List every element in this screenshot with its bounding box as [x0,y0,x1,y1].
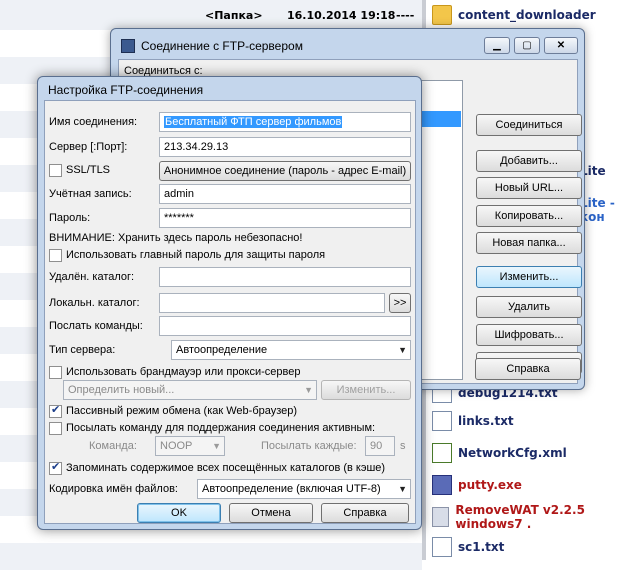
keepalive-checkbox[interactable]: Посылать команду для поддержания соедине… [49,421,375,435]
local-dir-input[interactable] [159,293,385,313]
list-item[interactable]: sc1.txt [432,534,504,560]
keepalive-checkbox-box[interactable] [49,421,62,435]
command-label: Команда: [89,440,137,452]
firewall-select[interactable]: Определить новый... ▼ [63,380,317,400]
encoding-select[interactable]: Автоопределение (включая UTF-8) ▼ [197,479,411,499]
remote-dir-input[interactable] [159,267,411,287]
interval-input[interactable]: 90 [365,436,395,456]
file-name: links.txt [458,414,514,428]
passive-mode-checkbox-box[interactable] [49,403,62,418]
file-name: putty.exe [458,478,522,492]
local-dir-label: Локальн. каталог: [49,297,140,309]
new-folder-button[interactable]: Новая папка... [476,232,582,254]
firewall-checkbox-box[interactable] [49,365,62,379]
dialog-title: Настройка FTP-соединения [48,83,204,97]
list-item[interactable]: content_downloader [432,2,596,28]
command-value: NOOP [160,440,193,452]
file-name-peek: Lite - кон [580,196,615,224]
interval-label: Посылать каждые: [261,440,357,452]
help-button[interactable]: Справка [321,503,409,523]
server-type-value: Автоопределение [176,344,268,356]
server-type-select[interactable]: Автоопределение ▼ [171,340,411,360]
chevron-down-icon: ▼ [212,441,221,451]
password-label: Пароль: [49,212,91,224]
remote-dir-label: Удалён. каталог: [49,271,135,283]
delete-button[interactable]: Удалить [476,296,582,318]
minimize-button[interactable]: ▁ [484,37,510,54]
account-label: Учётная запись: [49,188,132,200]
file-row-parent[interactable]: <Папка> 16.10.2014 19:18 ---- [0,0,422,30]
dialog-client: Имя соединения: Бесплатный ФТП сервер фи… [44,100,416,524]
text-file-icon [432,537,452,557]
ftp-settings-dialog: Настройка FTP-соединения Имя соединения:… [37,76,422,530]
edit-button[interactable]: Изменить... [476,266,582,288]
maximize-button[interactable]: ▢ [514,37,540,54]
putty-icon [432,475,452,495]
file-name: content_downloader [458,8,596,22]
passive-mode-label: Пассивный режим обмена (как Web-браузер) [66,405,298,417]
help-button[interactable]: Справка [475,358,581,380]
close-button[interactable]: ✕ [544,37,578,54]
interval-unit: s [400,440,406,452]
list-item[interactable]: NetworkCfg.xml [432,440,567,466]
copy-button[interactable]: Копировать... [476,205,582,227]
server-label: Сервер [:Порт]: [49,141,128,153]
server-input[interactable]: 213.34.29.13 [159,137,411,157]
ok-button[interactable]: OK [137,503,221,523]
cancel-button[interactable]: Отмена [229,503,313,523]
master-password-checkbox-box[interactable] [49,248,62,262]
command-select[interactable]: NOOP ▼ [155,436,225,456]
folder-size: ---- [396,9,415,22]
chevron-down-icon: ▼ [304,385,313,395]
server-type-label: Тип сервера: [49,344,116,356]
firewall-select-value: Определить новый... [68,384,175,396]
conn-name-input[interactable]: Бесплатный ФТП сервер фильмов [159,112,411,132]
chevron-down-icon: ▼ [398,345,407,355]
ssl-label: SSL/TLS [66,164,111,176]
chevron-down-icon: ▼ [398,484,407,494]
window-title: Соединение с FTP-сервером [141,39,303,53]
add-button[interactable]: Добавить... [476,150,582,172]
list-item[interactable]: RemoveWAT v2.2.5 windows7 . [432,503,635,531]
account-input[interactable]: admin [159,184,411,204]
file-name: NetworkCfg.xml [458,446,567,460]
file-row [0,543,422,570]
file-name: sc1.txt [458,540,505,554]
connect-button[interactable]: Соединиться [476,114,582,136]
browse-button[interactable]: >> [389,293,411,313]
folder-date: 16.10.2014 19:18 [287,9,396,22]
keepalive-label: Посылать команду для поддержания соедине… [66,422,376,434]
list-item[interactable]: putty.exe [432,472,522,498]
send-commands-label: Послать команды: [49,320,143,332]
file-name: RemoveWAT v2.2.5 windows7 . [455,503,585,531]
remember-dirs-label: Запоминать содержимое всех посещённых ка… [66,462,386,474]
text-file-icon [432,411,452,431]
folder-tag: <Папка> [205,9,263,22]
xml-file-icon [432,443,452,463]
ssl-checkbox[interactable]: SSL/TLS [49,163,110,177]
remember-dirs-checkbox-box[interactable] [49,460,62,475]
anonymous-login-button[interactable]: Анонимное соединение (пароль - адрес E-m… [159,161,411,181]
encoding-value: Автоопределение (включая UTF-8) [202,483,381,495]
password-warning: ВНИМАНИЕ: Хранить здесь пароль небезопас… [49,232,303,244]
password-input[interactable]: ******* [159,208,411,228]
new-url-button[interactable]: Новый URL... [476,177,582,199]
firewall-label: Использовать брандмауэр или прокси-серве… [66,366,301,378]
encrypt-button[interactable]: Шифровать... [476,324,582,346]
firewall-checkbox[interactable]: Использовать брандмауэр или прокси-серве… [49,365,301,379]
exe-file-icon [432,507,450,527]
master-password-label: Использовать главный пароль для защиты п… [66,249,326,261]
list-item[interactable]: links.txt [432,408,514,434]
ftp-window-icon [121,39,135,53]
firewall-edit-button[interactable]: Изменить... [321,380,411,400]
encoding-label: Кодировка имён файлов: [49,483,178,495]
folder-icon [432,5,452,25]
conn-name-label: Имя соединения: [49,116,138,128]
send-commands-input[interactable] [159,316,411,336]
master-password-checkbox[interactable]: Использовать главный пароль для защиты п… [49,248,325,262]
remember-dirs-checkbox[interactable]: Запоминать содержимое всех посещённых ка… [49,460,386,475]
passive-mode-checkbox[interactable]: Пассивный режим обмена (как Web-браузер) [49,403,298,418]
ssl-checkbox-box[interactable] [49,163,62,177]
